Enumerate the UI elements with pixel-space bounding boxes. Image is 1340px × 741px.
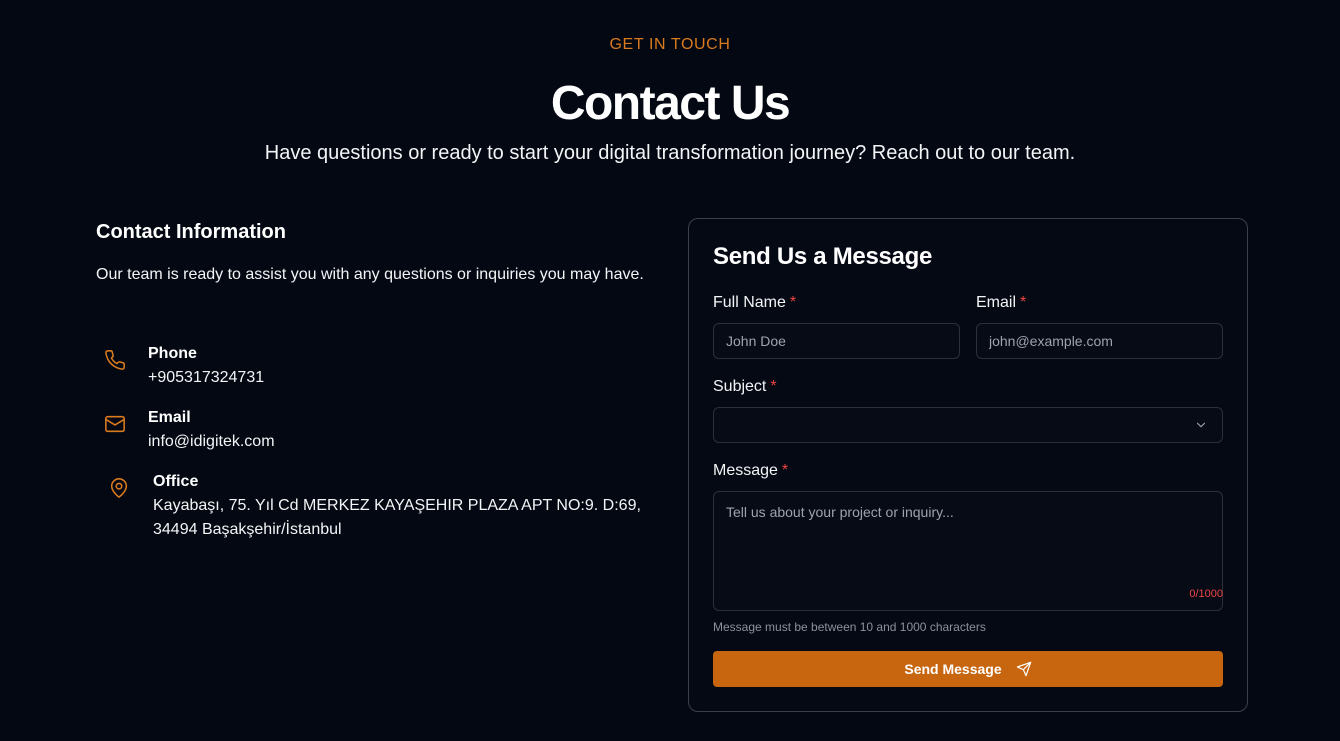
mail-icon: [104, 413, 126, 435]
subject-label-text: Subject: [713, 378, 767, 395]
required-mark: *: [789, 294, 797, 311]
form-title: Send Us a Message: [713, 243, 932, 270]
character-counter: 0/1000: [1189, 588, 1223, 600]
message-hint: Message must be between 10 and 1000 char…: [713, 620, 986, 634]
map-pin-icon: [108, 477, 130, 499]
contact-form: Send Us a Message Full Name* Email* Subj…: [688, 218, 1248, 712]
full-name-label: Full Name *: [713, 294, 796, 312]
contact-info-description: Our team is ready to assist you with any…: [96, 266, 644, 283]
eyebrow: GET IN TOUCH: [609, 36, 731, 53]
page-subtitle: Have questions or ready to start your di…: [264, 142, 1076, 164]
email-label-text: Email: [976, 294, 1017, 311]
contact-info-title: Contact Information: [96, 221, 286, 243]
message-label: Message *: [713, 462, 788, 480]
full-name-label-text: Full Name: [713, 294, 786, 311]
send-icon: [1016, 661, 1032, 677]
message-textarea[interactable]: [713, 491, 1223, 611]
phone-link[interactable]: +905317324731: [148, 366, 264, 390]
send-message-label: Send Message: [904, 661, 1002, 677]
contact-item-label: Office: [153, 473, 199, 490]
office-address-line2: 34494 Başakşehir/İstanbul: [153, 521, 342, 538]
subject-select[interactable]: [713, 407, 1223, 443]
office-address-line1: Kayabaşı, 75. Yıl Cd MERKEZ KAYAŞEHIR PL…: [153, 497, 641, 514]
chevron-down-icon: [1194, 418, 1208, 432]
full-name-input[interactable]: [713, 323, 960, 359]
email-label: Email *: [976, 294, 1026, 312]
subject-label: Subject *: [713, 378, 777, 396]
required-mark: *: [1020, 294, 1027, 311]
contact-item-label: Email: [148, 409, 191, 426]
send-message-button[interactable]: Send Message: [713, 651, 1223, 687]
required-mark: *: [770, 378, 777, 395]
contact-information: Contact Information Our team is ready to…: [96, 218, 656, 538]
email-link[interactable]: info@idigitek.com: [148, 430, 275, 454]
required-mark: *: [781, 462, 789, 479]
message-label-text: Message: [713, 462, 778, 479]
page-title: Contact Us: [550, 77, 791, 130]
email-input[interactable]: [976, 323, 1223, 359]
contact-item-label: Phone: [148, 345, 197, 362]
phone-icon: [104, 349, 126, 371]
